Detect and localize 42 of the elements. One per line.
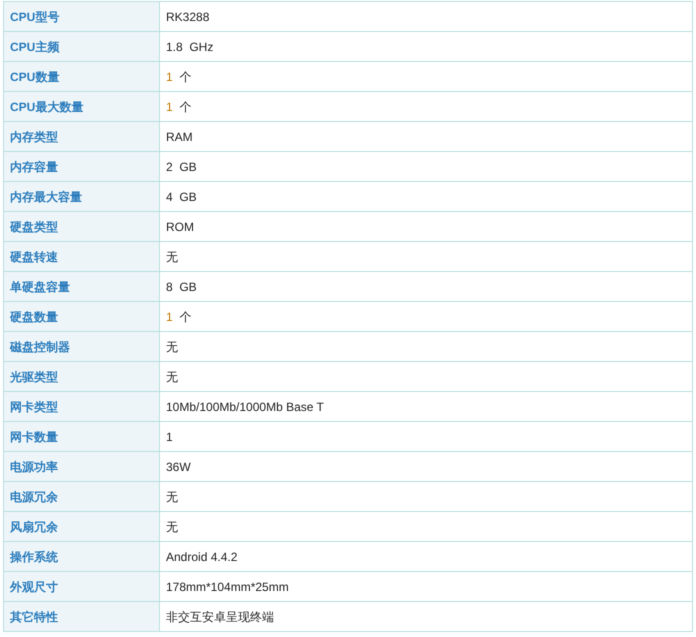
spec-value: 无 [160, 242, 692, 272]
spec-label: 其它特性 [4, 602, 160, 632]
spec-value: 2 GB [160, 152, 692, 182]
spec-label: CPU数量 [4, 62, 160, 92]
spec-label: 风扇冗余 [4, 512, 160, 542]
spec-label: 硬盘类型 [4, 212, 160, 242]
spec-value: Android 4.4.2 [160, 542, 692, 572]
spec-label: 电源功率 [4, 452, 160, 482]
spec-label: 内存最大容量 [4, 182, 160, 212]
spec-value: 1 个 [160, 92, 692, 122]
spec-label: 网卡数量 [4, 422, 160, 452]
spec-label: CPU型号 [4, 2, 160, 32]
spec-label: 单硬盘容量 [4, 272, 160, 302]
spec-label: 外观尺寸 [4, 572, 160, 602]
spec-label: 光驱类型 [4, 362, 160, 392]
spec-value: 无 [160, 512, 692, 542]
spec-label: 硬盘转速 [4, 242, 160, 272]
spec-value: RAM [160, 122, 692, 152]
spec-label: 内存容量 [4, 152, 160, 182]
spec-value: 36W [160, 452, 692, 482]
spec-label: 电源冗余 [4, 482, 160, 512]
spec-value: 178mm*104mm*25mm [160, 572, 692, 602]
spec-value: RK3288 [160, 2, 692, 32]
spec-value: ROM [160, 212, 692, 242]
spec-label: 硬盘数量 [4, 302, 160, 332]
spec-value: 1.8 GHz [160, 32, 692, 62]
spec-value: 无 [160, 362, 692, 392]
spec-label: CPU主频 [4, 32, 160, 62]
spec-value: 10Mb/100Mb/1000Mb Base T [160, 392, 692, 422]
spec-label: CPU最大数量 [4, 92, 160, 122]
spec-value: 1 个 [160, 62, 692, 92]
spec-label: 网卡类型 [4, 392, 160, 422]
spec-value: 无 [160, 482, 692, 512]
spec-label: 操作系统 [4, 542, 160, 572]
spec-label: 内存类型 [4, 122, 160, 152]
spec-value: 8 GB [160, 272, 692, 302]
spec-value: 无 [160, 332, 692, 362]
spec-label: 磁盘控制器 [4, 332, 160, 362]
spec-value: 4 GB [160, 182, 692, 212]
spec-value: 非交互安卓呈现终端 [160, 602, 692, 632]
spec-value: 1 个 [160, 302, 692, 332]
spec-value: 1 [160, 422, 692, 452]
